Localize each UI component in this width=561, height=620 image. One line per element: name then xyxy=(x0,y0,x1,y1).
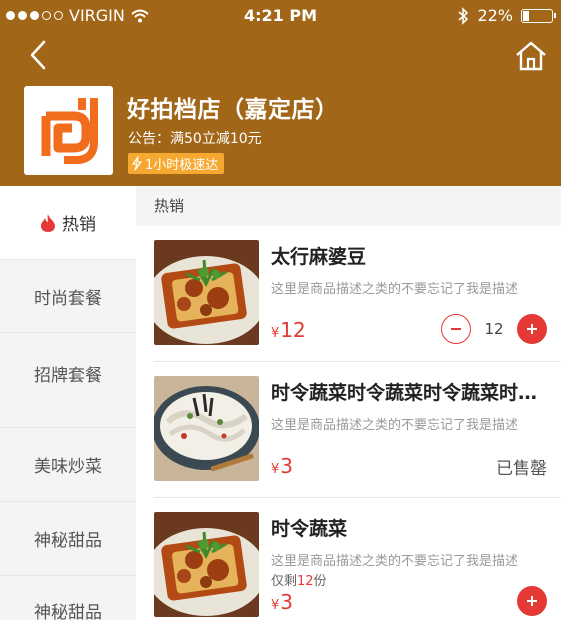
sidebar-item-label: 神秘甜品 xyxy=(34,603,102,620)
shop-header: VIRGIN 4:21 PM 22% 好拍档店（嘉定店） 公告：满50立减10元… xyxy=(0,0,561,186)
stock-prefix: 仅剩 xyxy=(271,574,298,589)
quantity-value: 12 xyxy=(484,320,504,338)
sidebar-item-dessert[interactable]: 神秘甜品 xyxy=(0,502,136,576)
product-price: ¥3 xyxy=(271,590,293,614)
category-sidebar: 热销 时尚套餐 招牌套餐 美味炒菜 神秘甜品 神秘甜品 xyxy=(0,186,136,620)
product-image xyxy=(154,512,259,617)
minus-icon xyxy=(451,328,461,330)
noodle-dish-image xyxy=(154,376,259,481)
shop-notice: 公告：满50立减10元 xyxy=(128,131,262,147)
stock-remaining: 仅剩12份 xyxy=(271,570,327,589)
quantity-stepper xyxy=(517,586,547,616)
sidebar-item-label: 热销 xyxy=(62,215,96,235)
bluetooth-icon xyxy=(458,6,469,25)
currency-symbol: ¥ xyxy=(271,598,280,613)
product-price: ¥12 xyxy=(271,318,306,342)
plus-icon xyxy=(527,596,537,606)
battery-level xyxy=(523,10,529,21)
lightning-icon xyxy=(132,156,142,171)
currency-symbol: ¥ xyxy=(271,326,280,341)
sidebar-item-label: 美味炒菜 xyxy=(34,457,102,477)
status-right: 22% xyxy=(457,6,556,25)
sidebar-item-label: 神秘甜品 xyxy=(34,531,102,551)
home-button[interactable] xyxy=(514,40,548,72)
product-desc: 这里是商品描述之类的不要忘记了我是描述 xyxy=(271,282,519,297)
tofu-dish-image xyxy=(154,512,259,617)
shop-logo xyxy=(24,86,113,175)
product-name: 时令蔬菜 xyxy=(271,518,348,540)
increase-button[interactable] xyxy=(517,314,547,344)
tofu-dish-image xyxy=(154,240,259,345)
fire-icon xyxy=(41,213,55,232)
product-list: 热销 太行麻婆豆 这里是商品描述之类的不要忘记了我是描述 ¥12 12 时令蔬菜… xyxy=(136,186,561,620)
product-item[interactable]: 太行麻婆豆 这里是商品描述之类的不要忘记了我是描述 ¥12 12 xyxy=(154,226,561,361)
price-value: 3 xyxy=(280,454,294,478)
price-value: 3 xyxy=(280,590,294,614)
shop-name: 好拍档店（嘉定店） xyxy=(127,97,339,123)
product-image xyxy=(154,376,259,481)
battery-percent: 22% xyxy=(477,6,513,25)
stock-suffix: 份 xyxy=(313,574,327,589)
delivery-badge-label: 1小时极速达 xyxy=(145,158,219,173)
battery-icon xyxy=(521,8,556,23)
sidebar-item-dessert-2[interactable]: 神秘甜品 xyxy=(0,576,136,620)
sold-out-label: 已售罄 xyxy=(496,459,547,479)
section-title: 热销 xyxy=(136,186,561,226)
product-name: 时令蔬菜时令蔬菜时令蔬菜时令蔬菜 xyxy=(271,382,556,404)
home-icon xyxy=(516,41,546,71)
sidebar-item-hot[interactable]: 热销 xyxy=(0,186,136,260)
sidebar-item-fashion-combo[interactable]: 时尚套餐 xyxy=(0,260,136,333)
decrease-button[interactable] xyxy=(441,314,471,344)
status-bar: VIRGIN 4:21 PM 22% xyxy=(0,0,561,32)
stock-count: 12 xyxy=(297,574,314,589)
plus-icon xyxy=(527,324,537,334)
product-name: 太行麻婆豆 xyxy=(271,246,367,268)
increase-button[interactable] xyxy=(517,586,547,616)
product-item[interactable]: 时令蔬菜 这里是商品描述之类的不要忘记了我是描述 仅剩12份 ¥3 xyxy=(154,498,561,620)
shop-logo-mark xyxy=(41,98,98,164)
product-price: ¥3 xyxy=(271,454,293,478)
product-image xyxy=(154,240,259,345)
delivery-badge: 1小时极速达 xyxy=(128,153,225,174)
sidebar-item-signature-combo[interactable]: 招牌套餐 xyxy=(0,333,136,428)
back-button[interactable] xyxy=(24,38,54,72)
currency-symbol: ¥ xyxy=(271,462,280,477)
quantity-stepper: 12 xyxy=(441,314,547,344)
price-value: 12 xyxy=(280,318,306,342)
sidebar-item-label: 招牌套餐 xyxy=(34,366,102,386)
sidebar-item-stir-fry[interactable]: 美味炒菜 xyxy=(0,428,136,502)
sidebar-item-label: 时尚套餐 xyxy=(34,288,102,309)
chevron-left-icon xyxy=(30,40,46,70)
product-desc: 这里是商品描述之类的不要忘记了我是描述 xyxy=(271,418,519,433)
product-desc: 这里是商品描述之类的不要忘记了我是描述 xyxy=(271,554,519,569)
product-item[interactable]: 时令蔬菜时令蔬菜时令蔬菜时令蔬菜 这里是商品描述之类的不要忘记了我是描述 ¥3 … xyxy=(154,362,561,497)
